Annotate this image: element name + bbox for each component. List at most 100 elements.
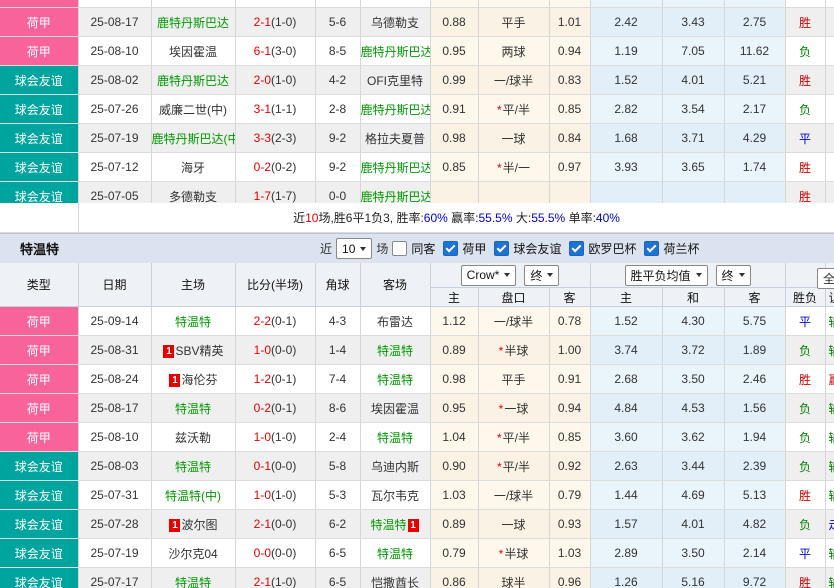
euro-draw-odds [662, 182, 724, 204]
handicap-value: 半/一 [503, 161, 530, 175]
euro-home-odds: 1.52 [590, 307, 662, 336]
home-team-cell: 海牙 [151, 153, 235, 182]
handicap-result-value: 输 [829, 315, 834, 329]
euro-draw-odds: 3.50 [662, 539, 724, 568]
euro-odds-select[interactable]: 胜平负均值 [625, 265, 708, 286]
handicap-value: 一球 [501, 518, 525, 532]
asia-away-odds: 0.84 [549, 124, 590, 153]
asia-time-select[interactable]: 终 [524, 265, 559, 286]
asia-home-odds: 0.90 [430, 452, 478, 481]
home-team-name: 波尔图 [181, 518, 217, 532]
result-cell: 负 [785, 452, 825, 481]
corner-cell: 7-4 [315, 365, 360, 394]
score-cell: 2-0(1-0) [235, 66, 315, 95]
home-team-name: 海伦芬 [181, 373, 217, 387]
league-europa-checkbox[interactable] [569, 241, 584, 256]
handicap-value: 平/半 [503, 460, 530, 474]
euro-draw-odds: 3.62 [662, 423, 724, 452]
euro-away-odds: 2.17 [724, 95, 785, 124]
away-team-cell: 鹿特丹斯巴达 [360, 95, 430, 124]
league-type-cell: 荷甲 [0, 0, 78, 8]
league-type-cell: 球会友谊 [0, 510, 78, 539]
euro-time-select[interactable]: 终 [716, 265, 751, 286]
handicap-star: * [499, 344, 504, 358]
home-team-name: 兹沃勒 [175, 431, 211, 445]
handicap-star: * [497, 161, 502, 175]
league-eredivisie-checkbox[interactable] [443, 241, 458, 256]
date-cell: 25-07-26 [78, 95, 151, 124]
header-handicap: 盘口 [478, 288, 549, 307]
euro-away-odds: 1.94 [724, 423, 785, 452]
result-cell: 胜 [785, 568, 825, 588]
asia-away-odds: 0.94 [549, 37, 590, 66]
league-eredivisie-label: 荷甲 [462, 240, 486, 257]
away-team-cell: 特温特 [360, 336, 430, 365]
handicap-value: 一/球半 [494, 489, 533, 503]
corner-cell: 6-5 [315, 539, 360, 568]
handicap-value: 一/球半 [494, 315, 533, 329]
handicap-result-value: 输 [829, 489, 834, 503]
handicap-result-cell: 输 [825, 307, 834, 336]
euro-draw-odds: 3.44 [662, 452, 724, 481]
handicap-cell: 平手 [478, 8, 549, 37]
asia-home-odds [430, 182, 478, 204]
away-team-cell: 特温特 [360, 423, 430, 452]
corner-cell: 12-1 [315, 0, 360, 8]
sparta-summary-row: 近10场,胜6平1负3, 胜率:60% 赢率:55.5% 大:55.5% 单率:… [0, 203, 834, 233]
away-team-cell: 格拉夫夏普 [360, 124, 430, 153]
home-team-name: 特温特 [175, 576, 211, 588]
matches-label: 场 [376, 240, 388, 257]
score-cell: 6-1(3-0) [235, 37, 315, 66]
euro-away-odds: 2.39 [724, 452, 785, 481]
table-row: 球会友谊 25-08-02 鹿特丹斯巴达 2-0(1-0) 4-2 OFI克里特… [0, 66, 834, 95]
handicap-cell: 一/球半 [478, 481, 549, 510]
handicap-cell: *平/半 [478, 452, 549, 481]
result-cell: 胜 [785, 153, 825, 182]
result-cell: 胜 [785, 8, 825, 37]
euro-away-odds: 1.56 [724, 394, 785, 423]
date-cell: 25-07-05 [78, 182, 151, 204]
twente-titlebar: 特温特 近 10 场 同客 荷甲 球会友谊 欧罗巴杯 荷兰杯 [0, 233, 834, 263]
handicap-cell: *平/半 [478, 95, 549, 124]
euro-away-odds: 1.89 [724, 336, 785, 365]
full-score: 3-3 [254, 131, 271, 145]
date-cell: 25-08-17 [78, 8, 151, 37]
handicap-result-cell [825, 0, 834, 8]
euro-home-odds: 2.63 [590, 452, 662, 481]
league-knvb-checkbox[interactable] [644, 241, 659, 256]
euro-away-odds: 1.74 [724, 153, 785, 182]
home-team-cell: 特温特 [151, 452, 235, 481]
result-value: 负 [799, 431, 811, 445]
result-cell: 胜 [785, 0, 825, 8]
header-type: 类型 [0, 263, 78, 307]
half-score: (0-0) [271, 459, 296, 473]
asia-away-odds: 0.92 [549, 452, 590, 481]
half-score: (0-0) [271, 343, 296, 357]
euro-draw-odds: 4.01 [662, 510, 724, 539]
result-value: 负 [799, 460, 811, 474]
league-friendly-checkbox[interactable] [494, 241, 509, 256]
same-venue-label: 同客 [411, 240, 435, 257]
same-venue-checkbox[interactable] [392, 241, 407, 256]
league-type-cell: 球会友谊 [0, 66, 78, 95]
half-score: (2-3) [271, 131, 296, 145]
home-team-cell: 前进之鹰 [151, 0, 235, 8]
asia-home-odds: 0.89 [430, 336, 478, 365]
corner-cell: 9-2 [315, 153, 360, 182]
summary-label-3: 大: [513, 211, 532, 225]
half-score: (0-0) [271, 517, 296, 531]
half-score: (0-1) [271, 372, 296, 386]
score-cell: 0-2(0-2) [235, 153, 315, 182]
match-count-select[interactable]: 10 [336, 238, 372, 259]
asia-home-odds: 0.98 [430, 365, 478, 394]
table-row: 荷甲 25-08-10 兹沃勒 1-0(1-0) 2-4 特温特 1.04 *平… [0, 423, 834, 452]
asia-home-odds: 0.95 [430, 394, 478, 423]
away-team-name: 特温特 [377, 547, 413, 561]
euro-draw-odds: 3.50 [662, 365, 724, 394]
asia-away-odds: 0.85 [549, 95, 590, 124]
bookmaker-select[interactable]: Crow* [461, 265, 517, 286]
result-value: 胜 [799, 74, 811, 88]
all-select[interactable]: 全 [817, 268, 834, 289]
handicap-result-value: 输 [829, 402, 834, 416]
date-cell: 25-08-03 [78, 452, 151, 481]
